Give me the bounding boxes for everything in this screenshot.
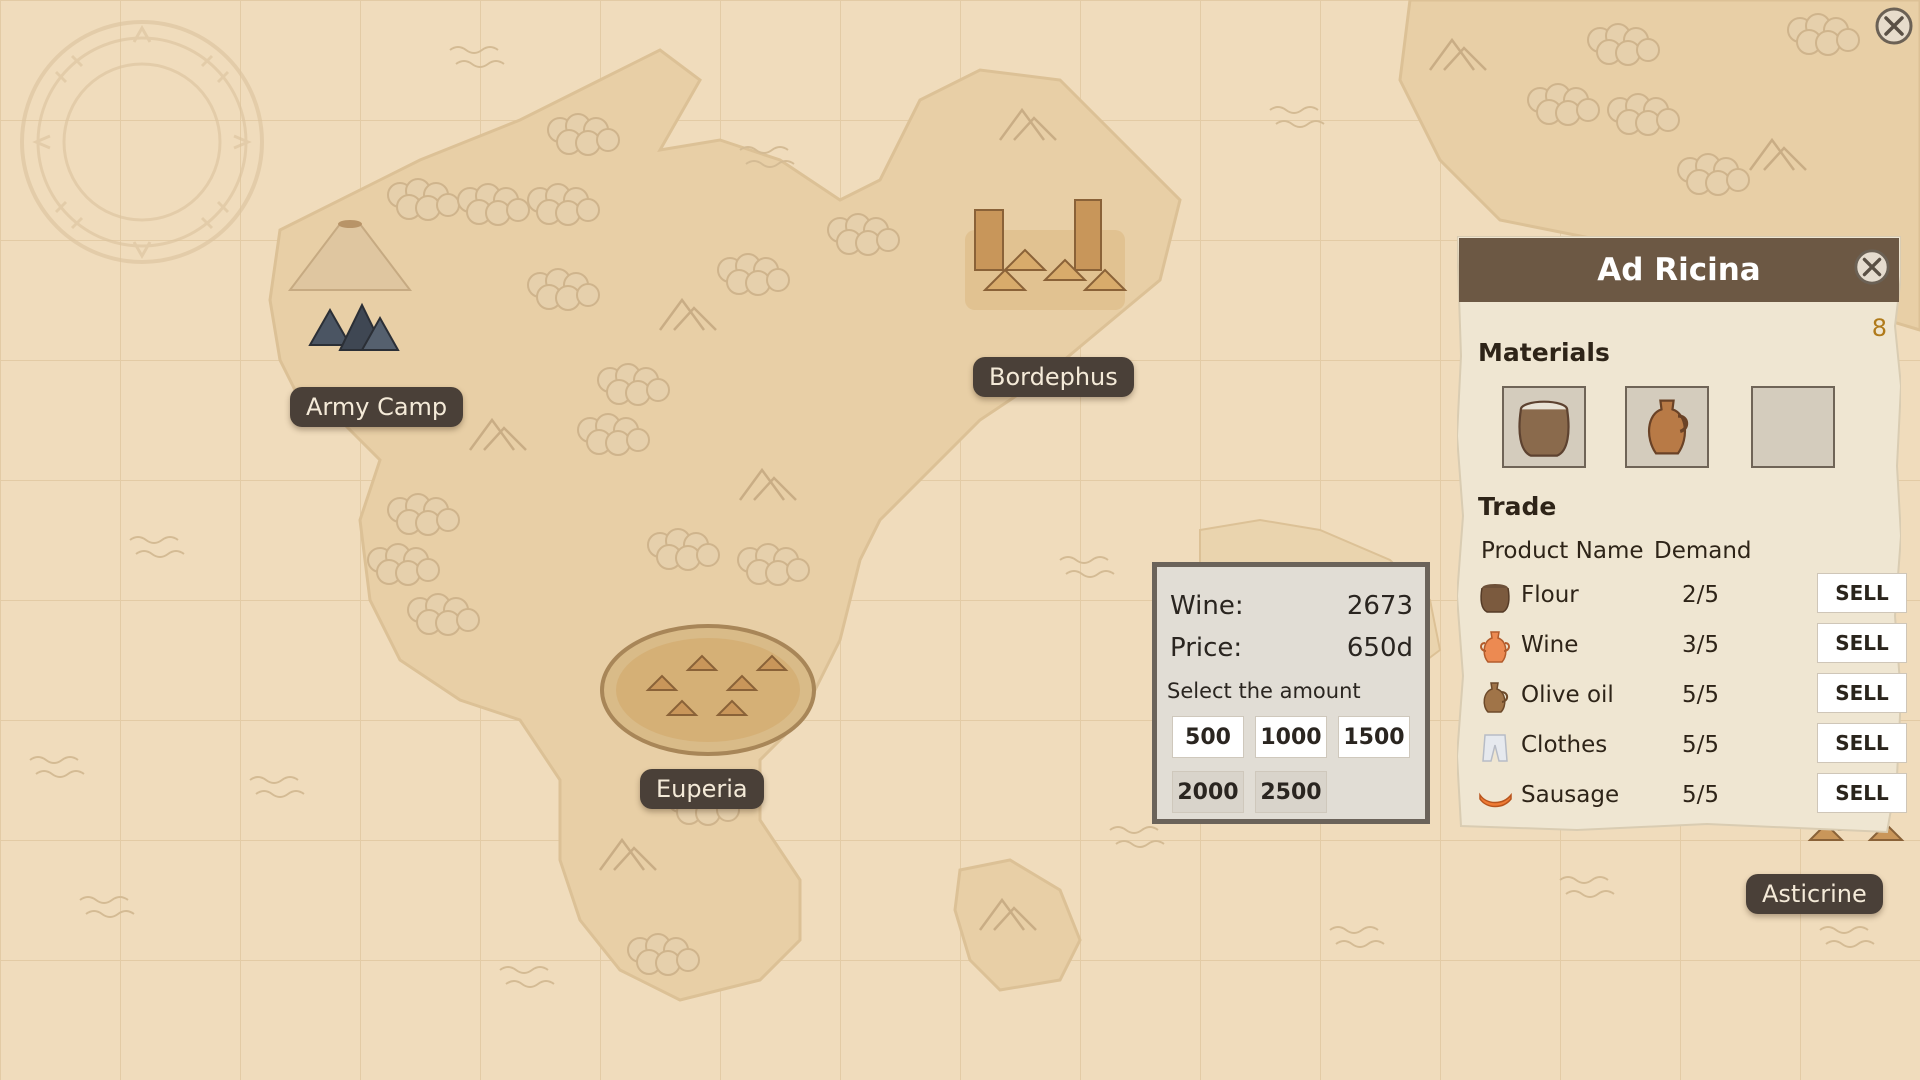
product-name: Sausage <box>1521 782 1619 808</box>
product-name: Wine <box>1521 632 1578 658</box>
town-name-title: Ad Ricina <box>1597 252 1760 288</box>
amount-2000-button[interactable]: 2000 <box>1172 771 1244 813</box>
clothes-icon <box>1477 729 1513 765</box>
sell-clothes-button[interactable]: SELL <box>1817 723 1907 763</box>
sell-flour-button[interactable]: SELL <box>1817 573 1907 613</box>
trade-amount-popup: Wine: 2673 Price: 650d Select the amount… <box>1152 562 1430 824</box>
product-demand: 2/5 <box>1682 582 1719 608</box>
column-demand: Demand <box>1654 538 1752 564</box>
amount-500-button[interactable]: 500 <box>1172 716 1244 758</box>
trade-row-flour: Flour 2/5 SELL <box>1477 573 1887 619</box>
panel-header: Ad Ricina <box>1459 238 1899 302</box>
trade-row-clothes: Clothes 5/5 SELL <box>1477 723 1887 769</box>
product-stock-row: Wine: 2673 <box>1170 591 1413 621</box>
product-name: Clothes <box>1521 732 1607 758</box>
sell-sausage-button[interactable]: SELL <box>1817 773 1907 813</box>
town-panel: Ad Ricina 8 Materials Trade Product Name… <box>1457 236 1901 834</box>
materials-title: Materials <box>1478 338 1610 367</box>
price-row: Price: 650d <box>1170 633 1413 663</box>
wine-amphora-icon <box>1477 629 1513 665</box>
price-label: Price: <box>1170 633 1242 663</box>
trade-row-olive-oil: Olive oil 5/5 SELL <box>1477 673 1887 719</box>
select-amount-label: Select the amount <box>1167 679 1361 703</box>
sell-olive-oil-button[interactable]: SELL <box>1817 673 1907 713</box>
panel-count: 8 <box>1872 314 1887 342</box>
trade-title: Trade <box>1478 492 1556 521</box>
olive-oil-jug-icon <box>1477 679 1513 715</box>
product-demand: 3/5 <box>1682 632 1719 658</box>
product-demand: 5/5 <box>1682 782 1719 808</box>
wine-amphora-icon <box>1634 394 1700 460</box>
material-slot-3-empty[interactable] <box>1751 386 1835 468</box>
product-demand: 5/5 <box>1682 682 1719 708</box>
product-name: Olive oil <box>1521 682 1614 708</box>
product-stock-value: 2673 <box>1347 591 1413 621</box>
flour-sack-icon <box>1477 579 1513 615</box>
close-panel-button[interactable] <box>1853 248 1891 286</box>
trade-row-sausage: Sausage 5/5 SELL <box>1477 773 1887 819</box>
flour-sack-icon <box>1511 394 1577 460</box>
town-label-euperia[interactable]: Euperia <box>640 769 764 809</box>
close-icon <box>1874 6 1914 46</box>
town-label-army-camp[interactable]: Army Camp <box>290 387 463 427</box>
product-demand: 5/5 <box>1682 732 1719 758</box>
sell-wine-button[interactable]: SELL <box>1817 623 1907 663</box>
column-product-name: Product Name <box>1481 538 1644 564</box>
town-label-bordephus[interactable]: Bordephus <box>973 357 1134 397</box>
material-slot-2[interactable] <box>1625 386 1709 468</box>
trade-row-wine: Wine 3/5 SELL <box>1477 623 1887 669</box>
amount-1500-button[interactable]: 1500 <box>1338 716 1410 758</box>
close-icon <box>1853 248 1891 286</box>
amount-2500-button[interactable]: 2500 <box>1255 771 1327 813</box>
amount-1000-button[interactable]: 1000 <box>1255 716 1327 758</box>
close-map-button[interactable] <box>1874 6 1914 46</box>
product-label: Wine: <box>1170 591 1244 621</box>
product-name: Flour <box>1521 582 1579 608</box>
price-value: 650d <box>1347 633 1413 663</box>
material-slot-1[interactable] <box>1502 386 1586 468</box>
sausage-icon <box>1477 779 1513 815</box>
town-label-asticrine[interactable]: Asticrine <box>1746 874 1883 914</box>
